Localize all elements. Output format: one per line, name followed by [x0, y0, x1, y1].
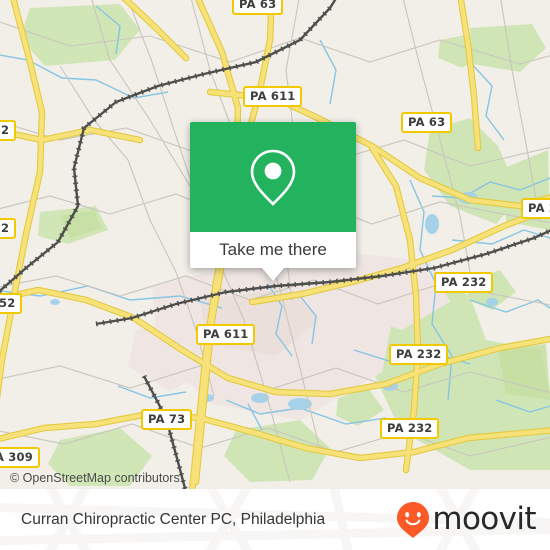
road-shield: PA 232	[380, 418, 440, 439]
location-pin-icon	[250, 149, 296, 206]
map-canvas[interactable]: PA 63 PA 611 PA 63 PA 2 PA 232 PA 611 PA 232 PA…	[0, 0, 550, 489]
road-shield: 2	[0, 120, 17, 141]
popup-pointer	[262, 268, 284, 281]
road-shield: PA 63	[401, 112, 453, 133]
road-shield: 2	[0, 218, 17, 239]
road-shield: PA 611	[243, 86, 303, 107]
osm-attribution[interactable]: © OpenStreetMap contributors	[10, 471, 180, 485]
road-shield: PA 63	[232, 0, 284, 15]
road-shield: PA 232	[389, 344, 449, 365]
road-shield: 52	[0, 293, 23, 314]
popup-footer[interactable]: Take me there	[190, 232, 356, 268]
moovit-brand[interactable]: moovit	[396, 501, 537, 539]
place-title: Curran Chiropractic Center PC, Philadelp…	[21, 510, 326, 528]
road-shield: PA 73	[141, 409, 193, 430]
map-page: PA 63 PA 611 PA 63 PA 2 PA 232 PA 611 PA 232 PA…	[0, 0, 550, 550]
footer-bar: Curran Chiropractic Center PC, Philadelp…	[0, 489, 550, 550]
road-shield: A 309	[0, 447, 40, 468]
moovit-smiley-pin-icon	[397, 501, 430, 538]
road-shield: PA 611	[196, 324, 256, 345]
road-shield: PA 2	[521, 198, 550, 219]
place-popup[interactable]: Take me there	[190, 122, 356, 281]
moovit-wordmark: moovit	[432, 501, 536, 537]
road-shield: PA 232	[434, 272, 494, 293]
popup-header	[190, 122, 356, 232]
take-me-there-label: Take me there	[219, 240, 327, 259]
